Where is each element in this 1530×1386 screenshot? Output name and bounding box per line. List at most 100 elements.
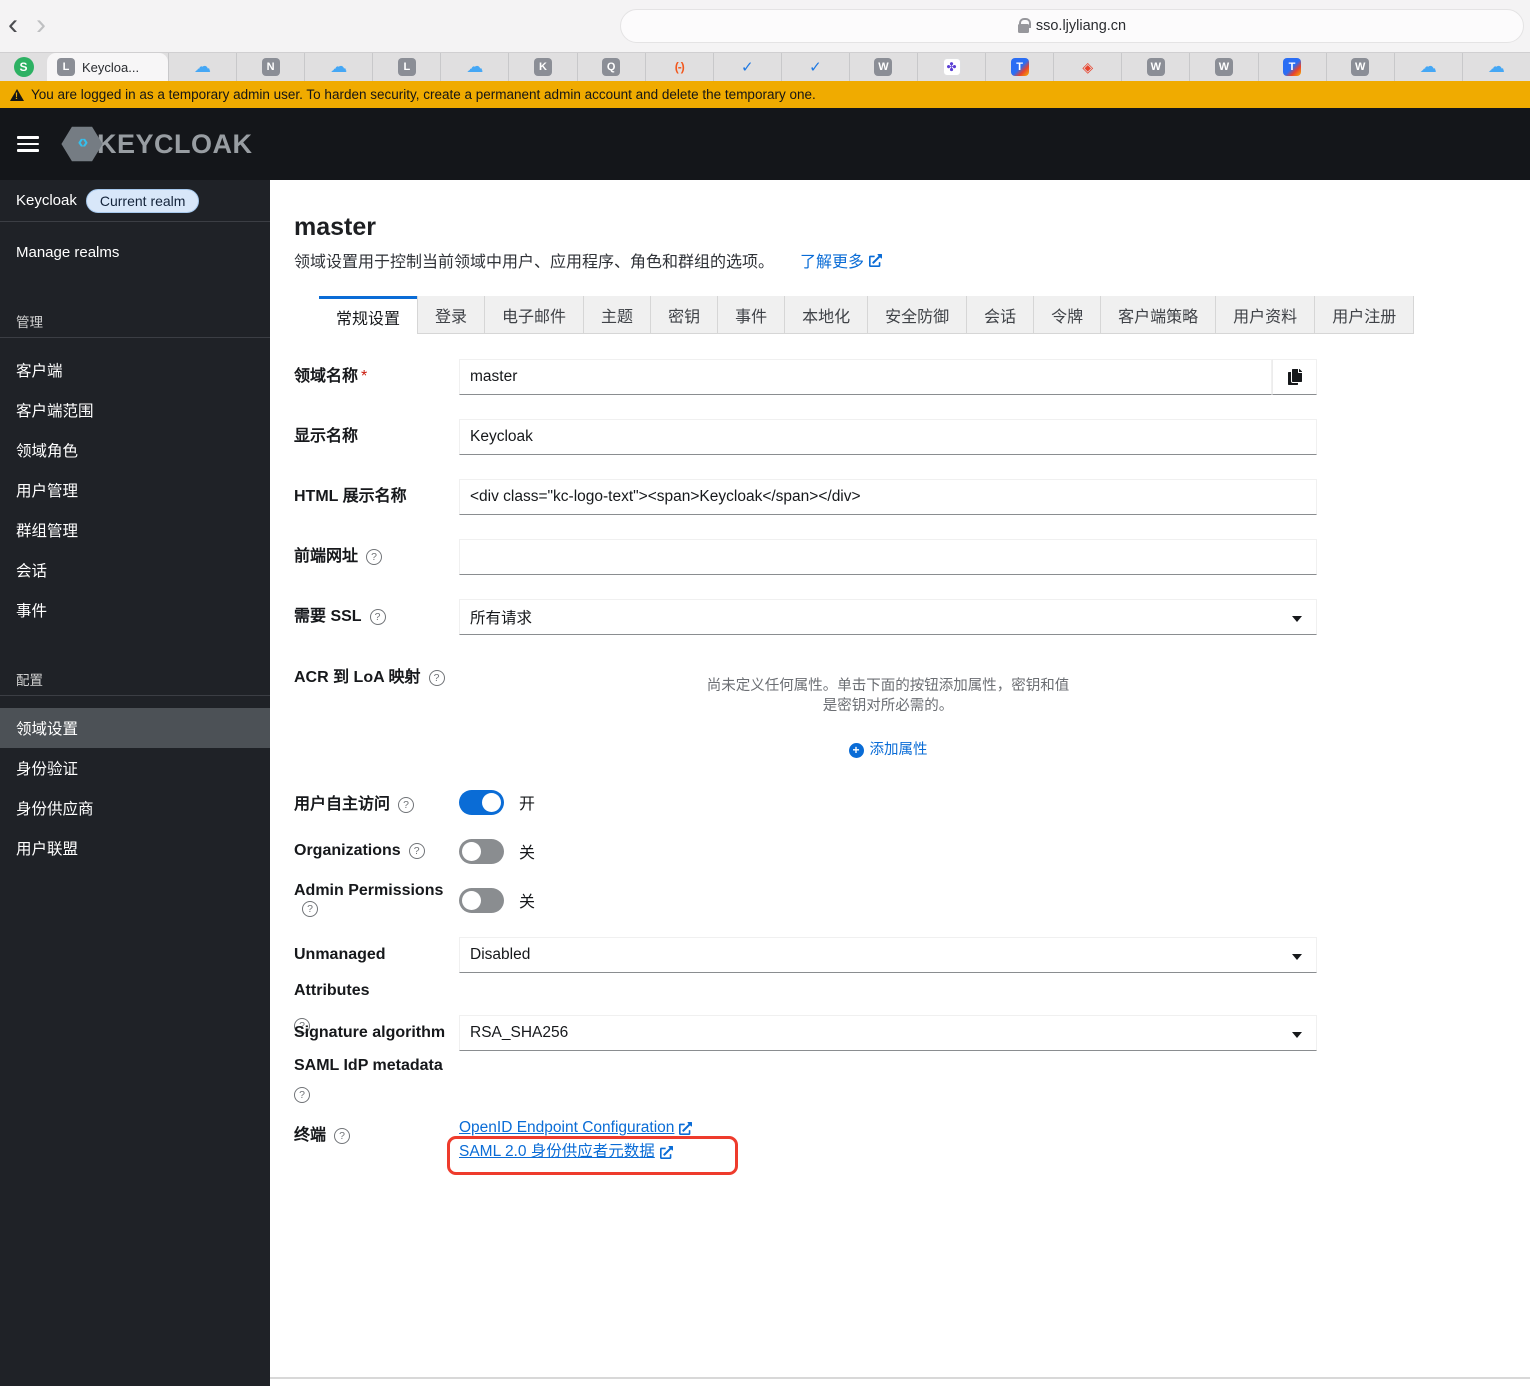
sidebar-item-client-scopes[interactable]: 客户端范围	[0, 390, 270, 430]
browser-tab[interactable]: W	[848, 53, 917, 81]
tab-keys[interactable]: 密钥	[650, 296, 718, 334]
help-icon[interactable]: ?	[369, 609, 386, 625]
help-icon[interactable]: ?	[334, 1128, 351, 1144]
sidebar: Keycloak Current realm Manage realms 管理 …	[0, 180, 270, 1386]
sidebar-item-identity-providers[interactable]: 身份供应商	[0, 788, 270, 828]
sidebar-item-realm-roles[interactable]: 领域角色	[0, 430, 270, 470]
browser-tab[interactable]: ✤	[917, 53, 985, 81]
unmanaged-attributes-select[interactable]: Disabled	[459, 937, 1317, 973]
favicon-cloud-icon: ☁	[330, 57, 348, 76]
favicon-cloud-icon: ☁	[1419, 57, 1437, 76]
tab-user-registration[interactable]: 用户注册	[1314, 296, 1415, 334]
acr-loa-label: ACR 到 LoA 映射	[294, 669, 421, 686]
browser-tab[interactable]: W	[1121, 53, 1189, 81]
sidebar-item-authentication[interactable]: 身份验证	[0, 748, 270, 788]
browser-tab[interactable]: L	[372, 53, 440, 81]
browser-tab[interactable]: W	[1325, 53, 1394, 81]
sidebar-item-events[interactable]: 事件	[0, 590, 270, 630]
tab-security-defenses[interactable]: 安全防御	[867, 296, 967, 334]
help-icon[interactable]: ?	[398, 797, 415, 813]
tab-login[interactable]: 登录	[417, 296, 485, 334]
organizations-toggle[interactable]	[459, 838, 504, 864]
favicon-code-icon: (-)	[674, 60, 685, 74]
plus-circle-icon: +	[848, 742, 864, 758]
help-icon[interactable]: ?	[408, 843, 425, 859]
browser-tab[interactable]: S	[0, 53, 47, 81]
favicon-app-icon: T	[1010, 58, 1029, 76]
browser-tab[interactable]: ☁	[1393, 53, 1462, 81]
add-attribute-button[interactable]: + 添加属性	[848, 740, 928, 760]
browser-tab[interactable]: Q	[576, 53, 645, 81]
require-ssl-label: 需要 SSL	[294, 608, 362, 625]
browser-tab[interactable]: W	[1189, 53, 1257, 81]
lock-icon	[1017, 18, 1032, 33]
sidebar-item-groups[interactable]: 群组管理	[0, 510, 270, 550]
page-title: master	[294, 213, 376, 241]
footer-divider	[270, 1377, 1530, 1379]
favicon-letter-icon: W	[874, 58, 893, 76]
tab-themes[interactable]: 主题	[583, 296, 651, 334]
tab-tokens[interactable]: 令牌	[1033, 296, 1101, 334]
help-icon[interactable]: ?	[366, 549, 383, 565]
endpoints-label: 终端	[294, 1127, 327, 1144]
html-display-name-input[interactable]	[459, 479, 1317, 515]
display-name-input[interactable]	[459, 419, 1317, 455]
help-icon[interactable]: ?	[294, 1087, 310, 1103]
realm-name-input[interactable]	[459, 359, 1272, 395]
user-managed-access-toggle[interactable]	[459, 789, 504, 815]
hamburger-menu-icon[interactable]	[17, 132, 39, 156]
frontend-url-input[interactable]	[459, 539, 1317, 575]
openid-endpoint-configuration-link[interactable]: OpenID Endpoint Configuration	[459, 1118, 692, 1138]
tab-events[interactable]: 事件	[717, 296, 785, 334]
sidebar-item-clients[interactable]: 客户端	[0, 350, 270, 390]
back-button[interactable]: ‹	[8, 8, 18, 42]
browser-tab[interactable]: K	[508, 53, 576, 81]
sidebar-item-manage-realms[interactable]: Manage realms	[0, 228, 270, 276]
main-content: master 领域设置用于控制当前领域中用户、应用程序、角色和群组的选项。 了解…	[270, 180, 1530, 1386]
tab-client-policies[interactable]: 客户端策略	[1100, 296, 1216, 334]
realm-selector[interactable]: Keycloak Current realm	[0, 180, 270, 222]
tab-email[interactable]: 电子邮件	[484, 296, 584, 334]
favicon-letter-icon: W	[1146, 58, 1165, 76]
browser-tab[interactable]: ☁	[168, 53, 236, 81]
require-ssl-select[interactable]: 所有请求	[459, 599, 1317, 635]
sidebar-item-user-federation[interactable]: 用户联盟	[0, 828, 270, 868]
browser-tab[interactable]: ✓	[712, 53, 781, 81]
sidebar-item-realm-settings[interactable]: 领域设置	[0, 708, 270, 748]
browser-tab[interactable]: T	[1257, 53, 1326, 81]
help-icon[interactable]: ?	[428, 670, 445, 686]
favicon-letter-icon: Q	[602, 58, 621, 76]
address-bar[interactable]: sso.ljyliang.cn	[620, 9, 1524, 43]
user-managed-access-label: 用户自主访问	[294, 796, 391, 813]
organizations-label: Organizations	[294, 842, 401, 859]
browser-tab[interactable]: (-)	[644, 53, 713, 81]
browser-tab[interactable]: T	[985, 53, 1053, 81]
learn-more-link[interactable]: 了解更多	[800, 248, 882, 272]
current-realm-badge[interactable]: Current realm	[85, 188, 200, 213]
browser-tab[interactable]: ◈	[1053, 53, 1121, 81]
browser-window: ‹ › sso.ljyliang.cn S L Keycloa... ☁ N ☁…	[0, 0, 1530, 1386]
signature-algorithm-select[interactable]: RSA_SHA256	[459, 1015, 1317, 1051]
tab-sessions[interactable]: 会话	[966, 296, 1034, 334]
tab-general[interactable]: 常规设置	[319, 296, 418, 334]
tab-user-profile[interactable]: 用户资料	[1215, 296, 1315, 334]
acr-empty-state: 尚未定义任何属性。单击下面的按钮添加属性，密钥和值 是密钥对所必需的。 + 添加…	[706, 678, 1070, 760]
tab-localization[interactable]: 本地化	[784, 296, 868, 334]
display-name-label: 显示名称	[294, 428, 359, 445]
active-browser-tab[interactable]: L Keycloa...	[47, 53, 168, 81]
sidebar-item-users[interactable]: 用户管理	[0, 470, 270, 510]
keycloak-logo[interactable]: ‹› KEYCLOAK	[61, 126, 253, 162]
browser-tab[interactable]: ☁	[1461, 53, 1530, 81]
forward-button[interactable]: ›	[36, 8, 46, 42]
sidebar-item-sessions[interactable]: 会话	[0, 550, 270, 590]
browser-tab[interactable]: ☁	[304, 53, 372, 81]
realm-name-label: 领域名称	[294, 368, 359, 385]
help-icon[interactable]: ?	[302, 901, 318, 917]
favicon-app-icon: T	[1283, 58, 1302, 76]
browser-tab[interactable]: ✓	[780, 53, 849, 81]
copy-button[interactable]	[1272, 359, 1317, 395]
admin-permissions-toggle[interactable]	[459, 887, 504, 913]
tab-strip: S L Keycloa... ☁ N ☁ L ☁ K Q (-) ✓ ✓ W ✤…	[0, 52, 1530, 81]
browser-tab[interactable]: ☁	[440, 53, 508, 81]
browser-tab[interactable]: N	[236, 53, 304, 81]
